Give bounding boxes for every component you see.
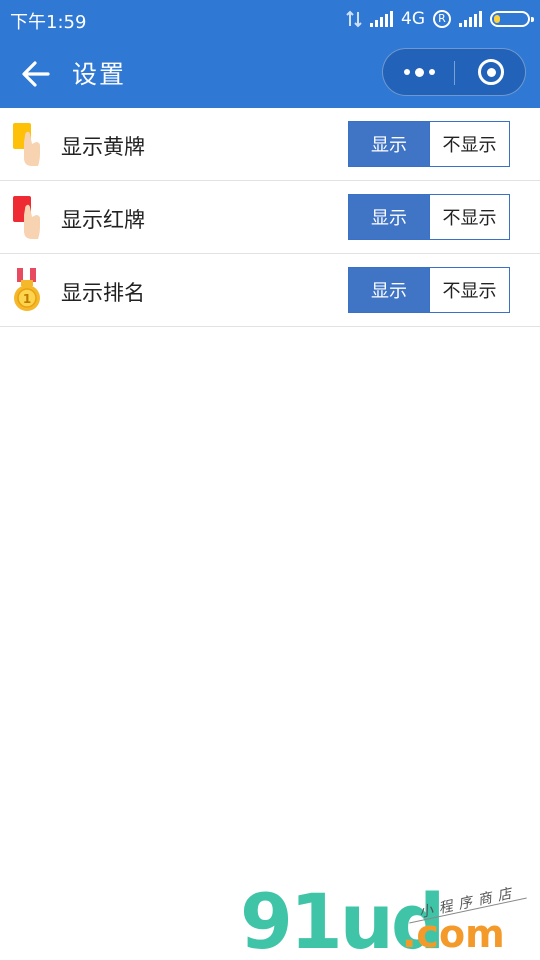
setting-row-yellow-card: 显示黄牌 显示 不显示 [0, 108, 540, 181]
close-mini-program-button[interactable] [455, 49, 527, 95]
visibility-toggle: 显示 不显示 [348, 194, 510, 240]
network-type: 4G [401, 9, 425, 29]
setting-row-red-card: 显示红牌 显示 不显示 [0, 181, 540, 254]
yellow-card-icon [13, 123, 40, 166]
status-time: 下午1:59 [10, 12, 87, 33]
visibility-toggle: 显示 不显示 [348, 121, 510, 167]
settings-list: 显示黄牌 显示 不显示 显示红牌 显示 不显示 1 显示排名 显示 不显示 [0, 108, 540, 327]
watermark-domain: .com [402, 912, 505, 956]
back-button[interactable] [18, 56, 54, 92]
more-dots-icon [403, 69, 410, 75]
medal-icon: 1 [14, 268, 40, 311]
status-indicators: 4G R [346, 8, 534, 30]
svg-text:1: 1 [23, 292, 31, 306]
arrow-left-icon [22, 61, 50, 87]
battery-icon [490, 11, 534, 27]
hide-option[interactable]: 不显示 [429, 195, 509, 239]
watermark: 91ud 小程序商店 .com [240, 884, 540, 960]
setting-label: 显示红牌 [61, 208, 145, 232]
show-option[interactable]: 显示 [349, 268, 429, 312]
show-option[interactable]: 显示 [349, 122, 429, 166]
target-icon [478, 59, 504, 85]
more-button[interactable] [383, 49, 455, 95]
app-header: 下午1:59 4G R 设置 [0, 0, 540, 108]
signal-strength-icon [370, 11, 393, 27]
page-title: 设置 [72, 60, 127, 89]
hide-option[interactable]: 不显示 [429, 122, 509, 166]
signal-strength-icon-2 [459, 11, 482, 27]
mini-program-capsule [382, 48, 526, 96]
roaming-icon: R [433, 10, 451, 28]
setting-row-ranking: 1 显示排名 显示 不显示 [0, 254, 540, 327]
hide-option[interactable]: 不显示 [429, 268, 509, 312]
status-bar: 下午1:59 4G R [0, 0, 540, 38]
setting-label: 显示黄牌 [61, 135, 145, 159]
setting-label: 显示排名 [61, 281, 145, 305]
visibility-toggle: 显示 不显示 [348, 267, 510, 313]
nav-bar: 设置 [0, 38, 540, 108]
show-option[interactable]: 显示 [349, 195, 429, 239]
red-card-icon [13, 196, 40, 239]
data-transfer-icon [346, 10, 362, 28]
